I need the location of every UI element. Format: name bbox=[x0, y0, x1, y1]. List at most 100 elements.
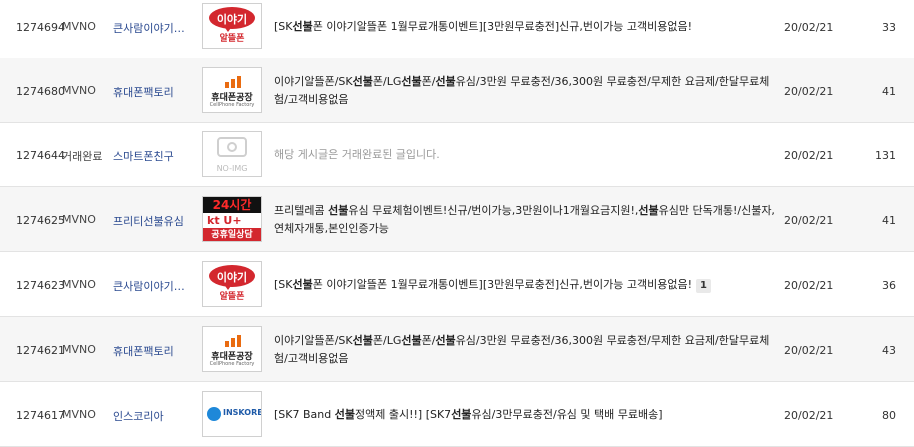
post-thumbnail[interactable]: 휴대폰공장 CellPhone Factory bbox=[202, 66, 262, 113]
category-label: MVNO bbox=[62, 342, 96, 356]
table-row: 1274621 MVNO 휴대폰팩토리 휴대폰공장 CellPhone Factory 이… bbox=[0, 317, 914, 382]
post-number: 1274625 bbox=[16, 213, 65, 227]
post-title-link[interactable]: 프리텔레콤 선불유심 무료체험이벤트!신규/번이가능,3만원이나1개월요금지원!… bbox=[274, 202, 778, 238]
category-label: MVNO bbox=[62, 277, 96, 291]
writer-link[interactable]: 인스코리아 bbox=[113, 408, 193, 424]
category-label: MVNO bbox=[62, 212, 96, 226]
thumbnail-logo-text: INSKOREA bbox=[223, 407, 261, 417]
view-count: 80 bbox=[882, 408, 896, 422]
title-text-part: 해당 게시글은 거래완료된 글입니다. bbox=[274, 147, 440, 161]
post-number: 1274680 bbox=[16, 84, 65, 98]
title-text-part: 폰/LG bbox=[372, 74, 402, 88]
title-text-part: 폰/ bbox=[421, 333, 436, 347]
highlight-keyword: 선불 bbox=[352, 333, 373, 347]
highlight-keyword: 선불 bbox=[638, 203, 659, 217]
post-number: 1274694 bbox=[16, 20, 65, 34]
bar-chart-icon bbox=[225, 334, 241, 347]
comment-count-badge[interactable]: 1 bbox=[695, 278, 711, 293]
no-image-label: NO-IMG bbox=[216, 163, 248, 173]
company-logo-icon bbox=[207, 406, 221, 421]
highlight-keyword: 선불 bbox=[401, 333, 422, 347]
post-date: 20/02/21 bbox=[784, 20, 834, 34]
title-text-part: [SK bbox=[274, 19, 293, 33]
category-label: 거래완료 bbox=[62, 149, 103, 163]
post-thumbnail[interactable]: 이야기알뜰폰 bbox=[202, 2, 262, 49]
post-thumbnail[interactable]: NO-IMG bbox=[202, 130, 262, 177]
writer-link[interactable]: 스마트폰친구 bbox=[113, 148, 193, 164]
view-count: 41 bbox=[882, 213, 896, 227]
post-number: 1274621 bbox=[16, 343, 65, 357]
table-row: 1274623 MVNO 큰사람이야기… 이야기알뜰폰 [SK선불폰 이야기알뜰폰 1월… bbox=[0, 252, 914, 317]
post-list: 1274694 MVNO 큰사람이야기… 이야기 알뜰폰 [SK선불폰 이야기알뜰폰 1월… bbox=[0, 0, 914, 447]
category-label: MVNO bbox=[62, 407, 96, 421]
highlight-keyword: 선불 bbox=[328, 203, 349, 217]
title-text-part: 정액제 출시!!] [SK7 bbox=[354, 407, 452, 421]
table-row: 1274617MVNO 인스코리아 INSKOREA [SK7 Band 선불정액제 … bbox=[0, 382, 914, 447]
thumbnail-sub-text: 공휴일상담 bbox=[203, 227, 261, 241]
writer-link[interactable]: 휴대폰팩토리 bbox=[113, 343, 193, 359]
thumbnail-sub-text: 알뜰폰 bbox=[219, 291, 245, 302]
title-text-part: 이야기알뜰폰/SK bbox=[274, 333, 353, 347]
writer-link[interactable]: 휴대폰팩토리 bbox=[113, 84, 193, 100]
post-date: 20/02/21 bbox=[784, 213, 834, 227]
title-text-part: 폰 이야기알뜰폰 1월무료개통이벤트][3만원무료충전]신규,번이가능 고객비용… bbox=[312, 277, 692, 291]
writer-link[interactable]: 큰사람이야기… bbox=[113, 20, 193, 36]
post-date: 20/02/21 bbox=[784, 278, 834, 292]
view-count: 33 bbox=[882, 20, 896, 34]
title-text-part: 프리텔레콤 bbox=[274, 203, 329, 217]
table-row: 1274625 MVNO 프리티선불유심 24시간 kt U+ 공휴일상담 프리텔레콤 선불… bbox=[0, 187, 914, 252]
thumbnail-logo-text: 이야기 bbox=[216, 270, 248, 284]
view-count: 36 bbox=[882, 278, 896, 292]
highlight-keyword: 선불 bbox=[401, 74, 422, 88]
post-thumbnail[interactable]: 이야기알뜰폰 bbox=[202, 260, 262, 307]
post-number: 1274623 bbox=[16, 278, 65, 292]
title-text-part: 폰 이야기알뜰폰 1월무료개통이벤트][3만원무료충전]신규,번이가능 고객비용… bbox=[312, 19, 692, 33]
post-thumbnail[interactable]: INSKOREA bbox=[202, 390, 262, 437]
highlight-keyword: 선불 bbox=[451, 407, 472, 421]
post-number: 1274617 bbox=[16, 408, 65, 422]
category-label: MVNO bbox=[62, 19, 96, 33]
view-count: 131 bbox=[875, 148, 896, 162]
post-title-link[interactable]: 해당 게시글은 거래완료된 글입니다. bbox=[274, 146, 778, 164]
post-title-link[interactable]: [SK선불폰 이야기알뜰폰 1월무료개통이벤트][3만원무료충전]신규,번이가능… bbox=[274, 276, 778, 294]
writer-link[interactable]: 큰사람이야기… bbox=[113, 278, 193, 294]
thumbnail-sub-text: 알뜰폰 bbox=[219, 33, 245, 44]
view-count: 43 bbox=[882, 343, 896, 357]
thumbnail-logo-text: 이야기 bbox=[216, 12, 248, 26]
highlight-keyword: 선불 bbox=[435, 74, 456, 88]
table-row: 1274694 MVNO 큰사람이야기… 이야기알뜰폰 [SK선불폰 이야기알뜰폰 1월… bbox=[0, 0, 914, 59]
highlight-keyword: 선불 bbox=[334, 407, 355, 421]
title-text-part: [SK bbox=[274, 277, 293, 291]
post-date: 20/02/21 bbox=[784, 84, 834, 98]
category-label: MVNO bbox=[62, 83, 96, 97]
title-text-part: 폰/LG bbox=[372, 333, 402, 347]
table-row: 1274680 MVNO 휴대폰팩토리 휴대폰공장 CellPhone Factory 이… bbox=[0, 58, 914, 123]
thumbnail-sub-text: CellPhone Factory bbox=[209, 360, 255, 367]
post-number: 1274644 bbox=[16, 148, 65, 162]
writer-link[interactable]: 프리티선불유심 bbox=[113, 213, 193, 229]
view-count: 41 bbox=[882, 84, 896, 98]
post-title-link[interactable]: 이야기알뜰폰/SK선불폰/LG선불폰/선불유심/3만원 무료충전/36,300원… bbox=[274, 332, 778, 368]
post-title-link[interactable]: [SK7 Band 선불정액제 출시!!] [SK7선불유심/3만무료충전/유심… bbox=[274, 406, 778, 424]
post-date: 20/02/21 bbox=[784, 148, 834, 162]
post-date: 20/02/21 bbox=[784, 343, 834, 357]
highlight-keyword: 선불 bbox=[352, 74, 373, 88]
camera-lens-icon bbox=[227, 141, 237, 152]
bar-chart-icon bbox=[225, 75, 241, 88]
highlight-keyword: 선불 bbox=[292, 19, 313, 33]
post-date: 20/02/21 bbox=[784, 408, 834, 422]
title-text-part: 유심/3만무료충전/유심 및 택배 무료배송] bbox=[471, 407, 663, 421]
title-text-part: 폰/ bbox=[421, 74, 436, 88]
title-text-part: 이야기알뜰폰/SK bbox=[274, 74, 353, 88]
post-thumbnail[interactable]: 휴대폰공장 CellPhone Factory bbox=[202, 325, 262, 372]
title-text-part: [SK7 Band bbox=[274, 407, 335, 421]
camera-icon bbox=[217, 136, 247, 157]
post-title-link[interactable]: 이야기알뜰폰/SK선불폰/LG선불폰/선불유심/3만원 무료충전/36,300원… bbox=[274, 73, 778, 109]
highlight-keyword: 선불 bbox=[435, 333, 456, 347]
thumbnail-logo-text: 24시간 bbox=[203, 196, 261, 213]
post-thumbnail[interactable]: 24시간 kt U+ 공휴일상담 bbox=[202, 195, 262, 242]
highlight-keyword: 선불 bbox=[292, 277, 313, 291]
post-title-link[interactable]: [SK선불폰 이야기알뜰폰 1월무료개통이벤트][3만원무료충전]신규,번이가능… bbox=[274, 18, 778, 36]
table-row: 1274644 거래완료 스마트폰친구 NO-IMG 해당 게시글은 거래완료된 글입니… bbox=[0, 122, 914, 187]
title-text-part: 유심 무료체험이벤트!신규/번이가능,3만원이나1개월요금지원!, bbox=[348, 203, 639, 217]
